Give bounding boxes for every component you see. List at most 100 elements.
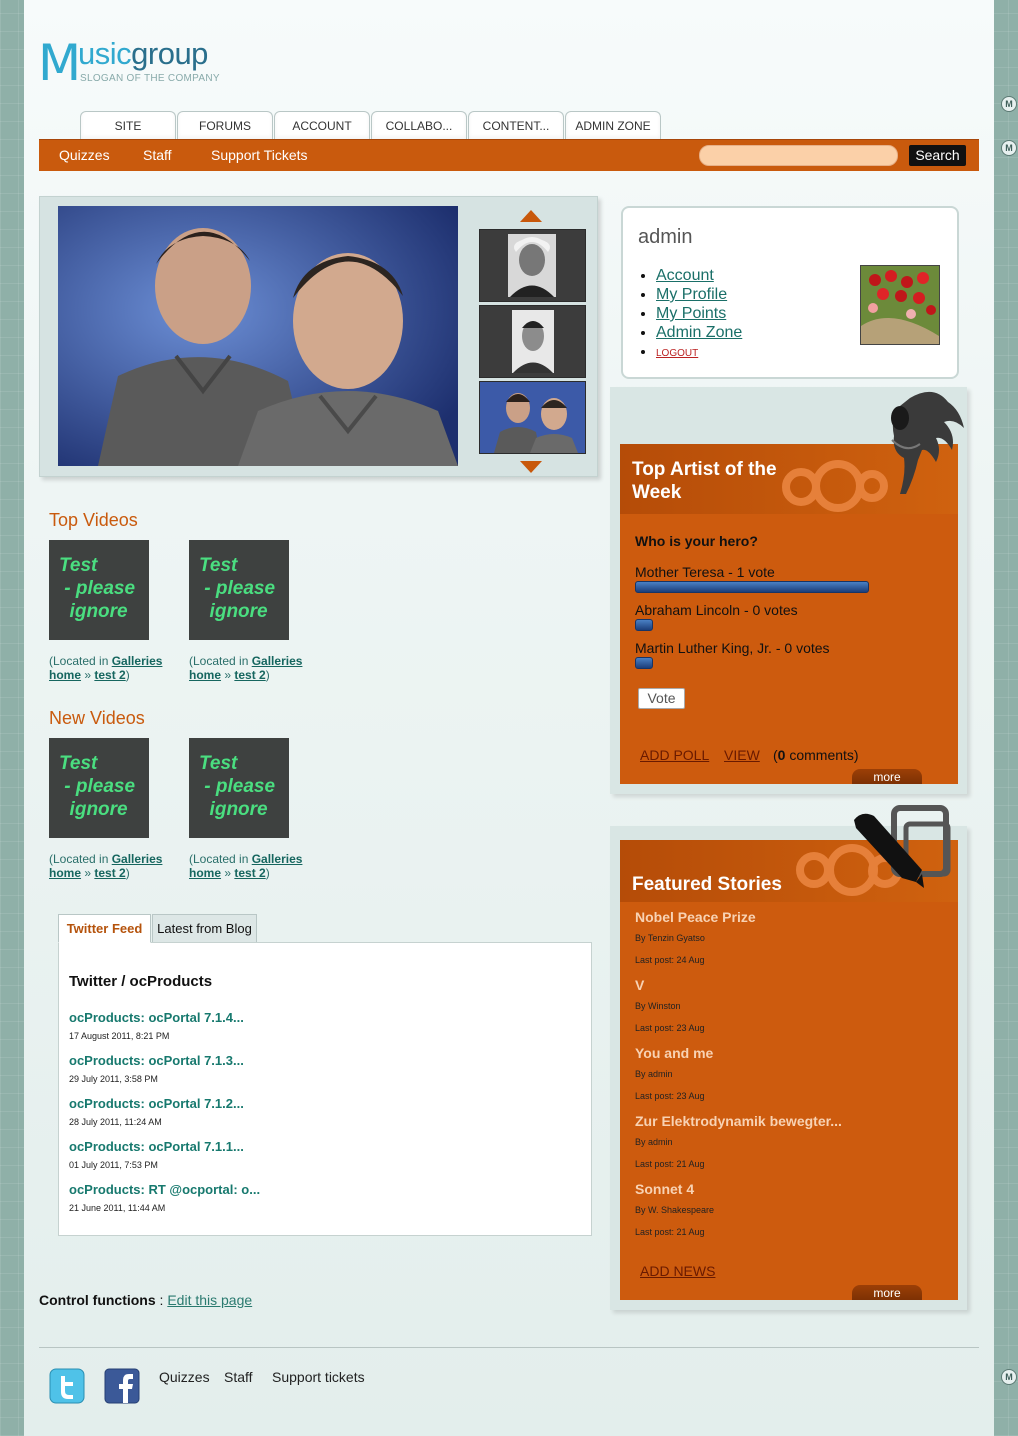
location-prefix: (Located in — [49, 654, 112, 668]
tab-collaboration[interactable]: COLLABO... — [371, 111, 467, 139]
album-link[interactable]: test 2 — [234, 668, 265, 682]
album-link[interactable]: test 2 — [234, 866, 265, 880]
logo-wordmark[interactable]: usicgroup — [78, 36, 208, 72]
story-last-post: Last post: 24 Aug — [635, 955, 705, 965]
story-last-post: Last post: 21 Aug — [635, 1227, 705, 1237]
side-toggle-icon[interactable]: M — [1001, 1369, 1017, 1385]
tweet-date: 28 July 2011, 11:24 AM — [69, 1117, 162, 1127]
video-thumbnail[interactable]: Test - please ignore — [49, 540, 149, 640]
edit-page-link[interactable]: Edit this page — [167, 1292, 252, 1308]
slideshow-thumbnail-1[interactable] — [479, 229, 586, 302]
facebook-icon[interactable] — [104, 1368, 140, 1404]
album-link[interactable]: test 2 — [94, 866, 125, 880]
home-link[interactable]: home — [49, 866, 81, 880]
stories-more-button[interactable]: more — [852, 1285, 922, 1300]
video-thumbnail[interactable]: Test - please ignore — [189, 540, 289, 640]
tab-account[interactable]: ACCOUNT — [274, 111, 370, 139]
account-link[interactable]: Account — [656, 267, 714, 284]
breadcrumb-separator: » — [221, 668, 235, 682]
list-item: LOGOUT — [656, 342, 742, 363]
album-link[interactable]: test 2 — [94, 668, 125, 682]
slideshow-down-arrow-icon[interactable] — [520, 461, 542, 473]
tab-forums[interactable]: FORUMS — [177, 111, 273, 139]
tweet-link[interactable]: ocProducts: ocPortal 7.1.3... — [69, 1053, 244, 1068]
tweet-link[interactable]: ocProducts: RT @ocportal: o... — [69, 1182, 260, 1197]
story-title-link[interactable]: Zur Elektrodynamik bewegter... — [635, 1113, 842, 1129]
stories-panel: Featured Stories Nobel Peace Prize By Te… — [620, 840, 958, 1300]
tab-content[interactable]: CONTENT... — [468, 111, 564, 139]
video-thumbnail[interactable]: Test - please ignore — [49, 738, 149, 838]
tweet-link[interactable]: ocProducts: ocPortal 7.1.4... — [69, 1010, 244, 1025]
poll-option: Mother Teresa - 1 vote — [635, 564, 775, 580]
slideshow-main-photo[interactable] — [58, 206, 458, 466]
logo-word-a: usic — [78, 36, 132, 71]
tweet-link[interactable]: ocProducts: ocPortal 7.1.1... — [69, 1139, 244, 1154]
poll-result-bar — [635, 619, 653, 631]
home-link[interactable]: home — [49, 668, 81, 682]
gallery-link[interactable]: Galleries — [252, 654, 303, 668]
breadcrumb-separator: » — [221, 866, 235, 880]
logout-link[interactable]: LOGOUT — [656, 348, 698, 359]
video-thumbnail-label: Test - please ignore — [59, 555, 136, 622]
footer-link-staff[interactable]: Staff — [224, 1369, 253, 1385]
poll-comments-count: (0 comments) — [773, 747, 859, 763]
avatar-image — [861, 266, 939, 344]
slideshow-thumbnail-2[interactable] — [479, 305, 586, 378]
search-button[interactable]: Search — [909, 145, 966, 166]
tab-twitter-feed[interactable]: Twitter Feed — [58, 914, 151, 943]
vote-button[interactable]: Vote — [638, 688, 685, 709]
add-news-link[interactable]: ADD NEWS — [640, 1263, 715, 1279]
tweet-link[interactable]: ocProducts: ocPortal 7.1.2... — [69, 1096, 244, 1111]
story-author: By admin — [635, 1137, 673, 1147]
admin-zone-link[interactable]: Admin Zone — [656, 324, 742, 341]
tab-site[interactable]: SITE — [80, 111, 176, 139]
twitter-icon[interactable] — [49, 1368, 85, 1404]
story-last-post: Last post: 21 Aug — [635, 1159, 705, 1169]
subnav-quizzes[interactable]: Quizzes — [59, 147, 110, 163]
side-toggle-icon[interactable]: M — [1001, 96, 1017, 112]
image-slideshow — [39, 196, 598, 477]
subnav-support-tickets[interactable]: Support Tickets — [211, 147, 308, 163]
my-points-link[interactable]: My Points — [656, 305, 726, 322]
home-link[interactable]: home — [189, 668, 221, 682]
avatar[interactable] — [860, 265, 940, 345]
poll-more-button[interactable]: more — [852, 769, 922, 784]
comments-text: comments) — [785, 747, 859, 763]
location-prefix: (Located in — [189, 852, 252, 866]
footer-link-support-tickets[interactable]: Support tickets — [272, 1369, 365, 1385]
location-close: ) — [125, 668, 130, 682]
my-profile-link[interactable]: My Profile — [656, 286, 727, 303]
control-functions-label: Control functions — [39, 1292, 156, 1308]
story-author: By Winston — [635, 1001, 681, 1011]
gallery-link[interactable]: Galleries — [112, 654, 163, 668]
subnav-staff[interactable]: Staff — [143, 147, 172, 163]
video-location: (Located in Galleries home » test 2) — [49, 654, 189, 682]
slideshow-thumbnail-3[interactable] — [479, 381, 586, 454]
thumbnail-portrait-1 — [508, 234, 556, 297]
location-close: ) — [125, 866, 130, 880]
username: admin — [638, 226, 693, 248]
video-location: (Located in Galleries home » test 2) — [49, 852, 189, 880]
control-functions-separator: : — [155, 1292, 168, 1308]
logo-initial[interactable]: M — [38, 38, 81, 88]
tweet-date: 21 June 2011, 11:44 AM — [69, 1203, 166, 1213]
video-thumbnail-label: Test - please ignore — [199, 753, 276, 820]
home-link[interactable]: home — [189, 866, 221, 880]
tab-admin-zone[interactable]: ADMIN ZONE — [565, 111, 661, 139]
story-title-link[interactable]: You and me — [635, 1045, 713, 1061]
gallery-link[interactable]: Galleries — [112, 852, 163, 866]
gallery-link[interactable]: Galleries — [252, 852, 303, 866]
slideshow-up-arrow-icon[interactable] — [520, 210, 542, 222]
view-poll-link[interactable]: VIEW — [724, 747, 760, 763]
video-thumbnail[interactable]: Test - please ignore — [189, 738, 289, 838]
video-thumbnail-label: Test - please ignore — [199, 555, 276, 622]
footer-link-quizzes[interactable]: Quizzes — [159, 1369, 210, 1385]
story-title-link[interactable]: V — [635, 977, 644, 993]
tab-latest-from-blog[interactable]: Latest from Blog — [152, 914, 257, 943]
add-poll-link[interactable]: ADD POLL — [640, 747, 709, 763]
poll-option: Martin Luther King, Jr. - 0 votes — [635, 640, 830, 656]
story-title-link[interactable]: Nobel Peace Prize — [635, 909, 756, 925]
side-toggle-icon[interactable]: M — [1001, 140, 1017, 156]
search-input[interactable] — [699, 145, 898, 166]
story-title-link[interactable]: Sonnet 4 — [635, 1181, 694, 1197]
